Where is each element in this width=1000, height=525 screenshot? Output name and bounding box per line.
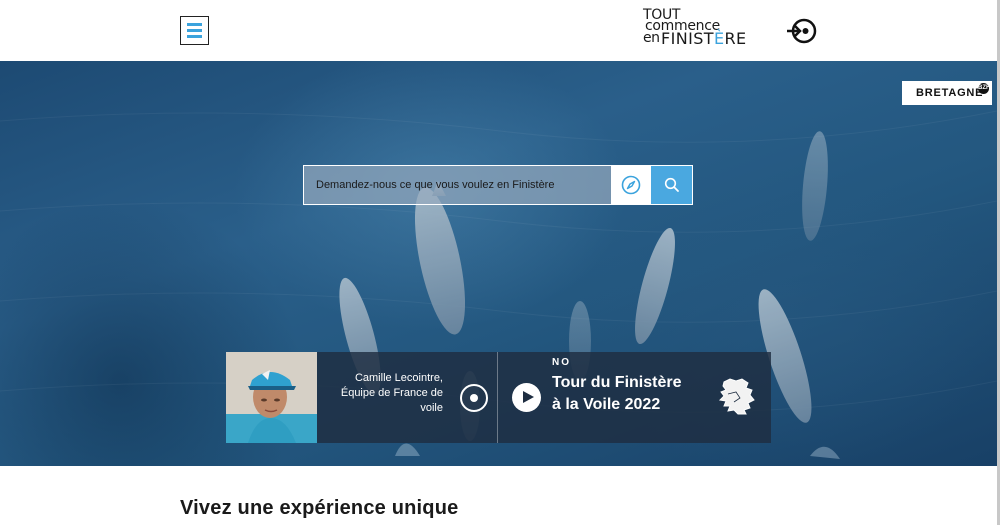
bretagne-label: BRETAGNE bbox=[916, 87, 984, 99]
logo-word-end: RE bbox=[724, 29, 747, 48]
login-icon[interactable] bbox=[784, 15, 818, 47]
section-title: Vivez une expérience unique bbox=[180, 497, 459, 519]
logo-accent-letter: È bbox=[713, 29, 725, 48]
logo-line-3: FINISTÈRE bbox=[661, 29, 747, 48]
logo-word: FINIST bbox=[661, 29, 714, 48]
page: TOUT commence en FINISTÈRE BRETAGNE BZH … bbox=[0, 0, 997, 525]
menu-bar-icon bbox=[187, 23, 202, 26]
compass-icon[interactable] bbox=[611, 166, 651, 204]
menu-bar-icon bbox=[187, 35, 202, 38]
hero-banner: BRETAGNE BZH Demandez-nous ce que vous v… bbox=[0, 61, 997, 466]
ambassador-photo bbox=[226, 352, 317, 443]
bretagne-badge-sup: BZH bbox=[978, 83, 990, 94]
featured-video-card: Camille Lecointre, Équipe de France de v… bbox=[226, 352, 771, 443]
target-dot bbox=[470, 394, 478, 402]
site-header: TOUT commence en FINISTÈRE bbox=[0, 0, 997, 61]
menu-bar-icon bbox=[187, 29, 202, 32]
logo-line-3-prefix: en bbox=[643, 30, 660, 46]
menu-button[interactable] bbox=[180, 16, 209, 45]
ambassador-panel: Camille Lecointre, Équipe de France de v… bbox=[226, 352, 498, 443]
ambassador-role: Équipe de France de voile bbox=[340, 387, 443, 414]
card-tag: NO bbox=[552, 357, 571, 368]
video-title[interactable]: Tour du Finistère à la Voile 2022 bbox=[552, 372, 692, 416]
search-icon[interactable] bbox=[651, 166, 692, 204]
search-input[interactable] bbox=[304, 166, 611, 204]
video-panel[interactable]: NO Tour du Finistère à la Voile 2022 bbox=[498, 352, 771, 443]
site-logo[interactable]: TOUT commence en FINISTÈRE bbox=[642, 7, 746, 53]
bretagne-badge[interactable]: BRETAGNE BZH bbox=[902, 81, 992, 105]
play-icon[interactable] bbox=[512, 383, 541, 412]
search-bar bbox=[303, 165, 693, 205]
finistere-map-icon bbox=[718, 378, 755, 415]
target-icon[interactable] bbox=[460, 384, 488, 412]
ambassador-name: Camille Lecointre, bbox=[354, 372, 443, 384]
